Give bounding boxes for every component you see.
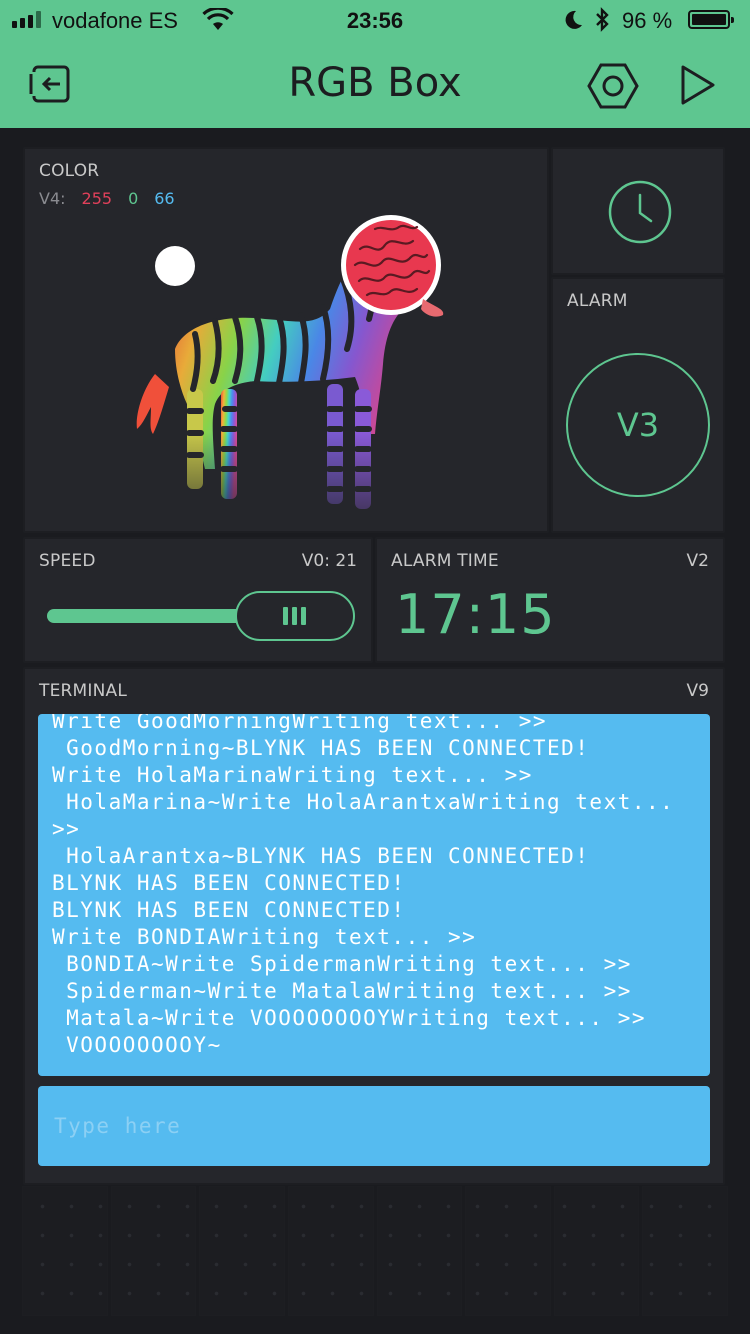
terminal-lines: Write GoodMorningWriting text... >> Good… xyxy=(52,714,704,1059)
status-bar: vodafone ES 23:56 96 % xyxy=(0,0,750,40)
terminal-line: BLYNK HAS BEEN CONNECTED! xyxy=(52,898,406,922)
battery-percent: 96 % xyxy=(622,8,673,33)
alarm-time-value[interactable]: 17:15 xyxy=(395,583,556,646)
alarm-button-label: V3 xyxy=(616,406,660,444)
speed-label: SPEED xyxy=(39,551,96,571)
terminal-line: >> xyxy=(52,817,81,841)
brightness-picker-handle xyxy=(155,246,195,286)
grip-icon xyxy=(283,607,306,625)
terminal-input[interactable] xyxy=(38,1086,710,1166)
empty-canvas-grid xyxy=(22,1186,728,1316)
app-header: RGB Box xyxy=(0,40,750,128)
bluetooth-icon xyxy=(594,7,610,39)
terminal-line: VOOOOOOOOY~ xyxy=(52,1033,222,1057)
battery-icon xyxy=(688,10,734,29)
terminal-line: Spiderman~Write MatalaWriting text... >> xyxy=(52,979,632,1003)
terminal-input-box[interactable] xyxy=(38,1086,710,1166)
alarm-time-label: ALARM TIME xyxy=(391,551,499,571)
terminal-line: Write BONDIAWriting text... >> xyxy=(52,925,477,949)
play-icon[interactable] xyxy=(678,62,728,108)
moon-icon xyxy=(562,8,584,38)
terminal-line: Write HolaMarinaWriting text... >> xyxy=(52,763,533,787)
terminal-line: Matala~Write VOOOOOOOOYWriting text... >… xyxy=(52,1006,647,1030)
speed-slider-handle[interactable] xyxy=(235,591,355,641)
alarm-time-widget: ALARM TIME V2 17:15 xyxy=(375,537,725,663)
selected-color-indicator xyxy=(341,215,441,315)
terminal-output[interactable]: Write GoodMorningWriting text... >> Good… xyxy=(38,714,710,1076)
terminal-line: BLYNK HAS BEEN CONNECTED! xyxy=(52,871,406,895)
color-widget: COLOR V4: 255 0 66 xyxy=(23,147,549,533)
terminal-line: HolaArantxa~BLYNK HAS BEEN CONNECTED! xyxy=(52,844,590,868)
settings-hexagon-icon[interactable] xyxy=(586,62,639,109)
alarm-time-pin: V2 xyxy=(686,551,709,571)
zebra-color-wheel[interactable] xyxy=(25,149,547,531)
terminal-pin: V9 xyxy=(686,681,709,701)
terminal-line: BONDIA~Write SpidermanWriting text... >> xyxy=(52,952,632,976)
speed-slider-track[interactable] xyxy=(47,609,247,623)
alarm-label: ALARM xyxy=(567,291,628,311)
terminal-line: Write GoodMorningWriting text... >> xyxy=(52,714,548,733)
speed-value: V0: 21 xyxy=(301,551,357,571)
alarm-widget: ALARM V3 xyxy=(551,277,725,533)
speed-widget: SPEED V0: 21 xyxy=(23,537,373,663)
terminal-label: TERMINAL xyxy=(39,681,128,701)
terminal-line: HolaMarina~Write HolaArantxaWriting text… xyxy=(52,790,675,814)
alarm-button[interactable]: V3 xyxy=(566,353,710,497)
terminal-line: GoodMorning~BLYNK HAS BEEN CONNECTED! xyxy=(52,736,590,760)
timer-widget xyxy=(551,147,725,275)
clock-icon[interactable] xyxy=(607,179,673,245)
